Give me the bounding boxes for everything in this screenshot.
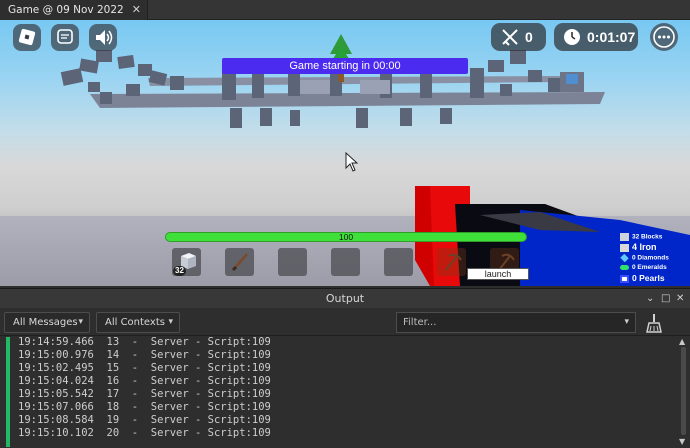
- resource-diamonds: 0 Diamonds: [620, 253, 669, 263]
- tab-game[interactable]: Game @ 09 Nov 2022 19:14 ✕: [0, 0, 148, 36]
- scrollbar-thumb[interactable]: [681, 347, 686, 435]
- speaker-icon: [96, 30, 113, 45]
- log-line: 19:15:05.542 17 - Server - Script:109: [18, 388, 271, 400]
- chat-button[interactable]: [51, 24, 79, 51]
- contexts-dropdown-value: All Contexts: [105, 317, 165, 328]
- roblox-menu-button[interactable]: [13, 24, 41, 51]
- output-panel-header: Output ⌄ □ ✕: [0, 288, 690, 308]
- more-options-button[interactable]: [650, 23, 678, 51]
- iron-icon: [620, 243, 629, 252]
- game-timer: 0:01:07: [554, 23, 638, 51]
- clock-icon: [564, 29, 580, 45]
- resource-iron: 4 Iron: [620, 242, 657, 252]
- chevron-down-icon[interactable]: ⌄: [646, 289, 654, 309]
- hotbar-slot-5[interactable]: [384, 248, 413, 276]
- game-start-banner: Game starting in 00:00: [222, 58, 468, 74]
- chevron-down-icon: ▾: [624, 317, 629, 327]
- contexts-dropdown[interactable]: All Contexts ▾: [96, 312, 180, 333]
- log-line: 19:15:00.976 14 - Server - Script:109: [18, 349, 271, 361]
- log-line: 19:15:10.102 20 - Server - Script:109: [18, 427, 271, 439]
- resource-blocks: 32 Blocks: [620, 233, 662, 241]
- maximize-icon[interactable]: □: [661, 289, 670, 309]
- resource-label: 4 Iron: [632, 242, 657, 252]
- launch-label[interactable]: launch: [467, 268, 529, 280]
- hotbar-slot-2[interactable]: [225, 248, 254, 276]
- log-line: 19:15:04.024 16 - Server - Script:109: [18, 375, 271, 387]
- roblox-logo-icon: [18, 28, 36, 46]
- tab-bar: Game @ 09 Nov 2022 19:14 ✕: [0, 0, 690, 36]
- filter-input[interactable]: Filter... ▾: [396, 312, 636, 333]
- log-line: 19:15:08.584 19 - Server - Script:109: [18, 414, 271, 426]
- crossed-swords-icon: [502, 29, 518, 46]
- resource-pearls: 0 Pearls: [620, 273, 665, 283]
- emerald-icon: [620, 264, 629, 270]
- chevron-down-icon: ▾: [78, 317, 83, 327]
- output-toolbar: All Messages ▾ All Contexts ▾ Filter... …: [0, 308, 690, 336]
- pickaxe-icon: [445, 253, 462, 271]
- clear-output-icon[interactable]: [645, 313, 663, 333]
- hotbar-count: 32: [173, 266, 186, 276]
- kills-value: 0: [525, 29, 533, 45]
- resource-label: 0 Diamonds: [632, 254, 669, 262]
- diamond-icon: [620, 253, 629, 263]
- output-title: Output: [325, 292, 365, 305]
- hotbar-slot-4[interactable]: [331, 248, 360, 276]
- hotbar-slot-3[interactable]: [278, 248, 307, 276]
- resource-label: 0 Pearls: [632, 273, 665, 283]
- more-icon: [653, 26, 675, 48]
- health-value: 100: [338, 232, 354, 242]
- close-icon[interactable]: ✕: [676, 289, 684, 309]
- scroll-down-icon[interactable]: ▼: [679, 437, 685, 446]
- game-viewport[interactable]: 0 0:01:07 Game starting in 00:00 100 32 …: [0, 20, 690, 286]
- log-severity-bar: [6, 337, 10, 447]
- messages-dropdown[interactable]: All Messages ▾: [4, 312, 90, 333]
- resource-emeralds: 0 Emeralds: [620, 264, 667, 271]
- sword-icon: [231, 253, 248, 272]
- resource-label: 32 Blocks: [632, 233, 663, 241]
- hotbar-slot-1[interactable]: 32: [172, 248, 201, 276]
- chat-icon: [57, 29, 73, 44]
- resource-label: 0 Emeralds: [632, 264, 667, 271]
- studio-window: Game @ 09 Nov 2022 19:14 ✕: [0, 0, 690, 448]
- volume-button[interactable]: [89, 24, 117, 51]
- block-icon: [620, 233, 629, 241]
- pearl-icon: [620, 274, 629, 283]
- timer-value: 0:01:07: [587, 29, 636, 45]
- messages-dropdown-value: All Messages: [13, 317, 78, 328]
- log-line: 19:15:02.495 15 - Server - Script:109: [18, 362, 271, 374]
- chevron-down-icon: ▾: [168, 317, 173, 327]
- health-bar: 100: [165, 232, 527, 242]
- close-icon[interactable]: ✕: [132, 0, 141, 20]
- hotbar-slot-6[interactable]: [437, 248, 466, 276]
- output-log[interactable]: 19:14:59.466 13 - Server - Script:109 19…: [0, 336, 690, 448]
- log-line: 19:14:59.466 13 - Server - Script:109: [18, 336, 271, 348]
- mouse-cursor-icon: [345, 152, 359, 172]
- filter-placeholder: Filter...: [403, 317, 437, 328]
- log-line: 19:15:07.066 18 - Server - Script:109: [18, 401, 271, 413]
- kills-counter: 0: [491, 23, 546, 51]
- scroll-up-icon[interactable]: ▲: [679, 337, 685, 346]
